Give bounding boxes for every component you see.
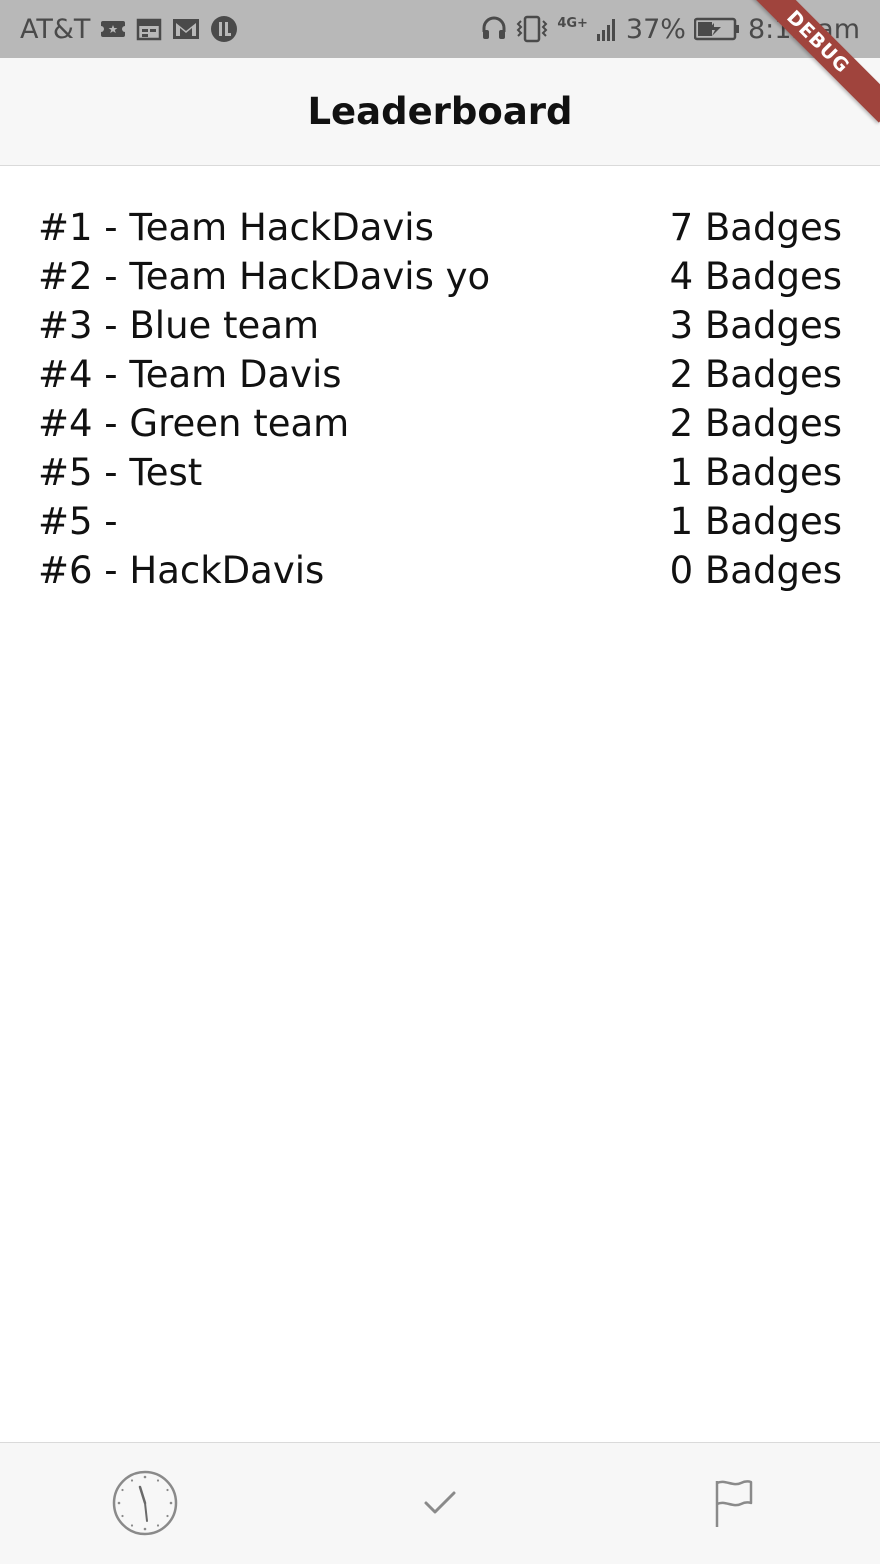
badge-count: 2 Badges [669,402,842,445]
badge-count: 2 Badges [669,353,842,396]
bottom-nav [0,1442,880,1564]
leaderboard-row: #2 - Team HackDavis yo 4 Badges [38,252,842,301]
flag-icon [711,1477,755,1529]
leaderboard-row: #1 - Team HackDavis 7 Badges [38,203,842,252]
headset-icon [481,16,507,42]
team-rank-name: #1 - Team HackDavis [38,206,434,249]
signal-icon [596,16,618,42]
status-left: AT&T [20,0,238,58]
team-rank-name: #5 - Test [38,451,203,494]
carrier-label: AT&T [20,13,91,45]
leaderboard-row: #3 - Blue team 3 Badges [38,301,842,350]
badge-count: 3 Badges [669,304,842,347]
gmail-icon [172,17,200,41]
badge-count: 7 Badges [669,206,842,249]
badge-count: 1 Badges [669,500,842,543]
badge-count: 4 Badges [669,255,842,298]
nav-schedule-button[interactable] [105,1463,185,1543]
leaderboard-row: #4 - Team Davis 2 Badges [38,350,842,399]
leaderboard-row: #5 - 1 Badges [38,497,842,546]
team-rank-name: #4 - Team Davis [38,353,342,396]
team-rank-name: #6 - HackDavis [38,549,325,592]
clock-icon [111,1469,179,1537]
ticket-icon [100,18,127,40]
team-rank-name: #4 - Green team [38,402,350,445]
team-rank-name: #3 - Blue team [38,304,320,347]
battery-icon [693,17,740,41]
badge-count: 0 Badges [669,549,842,592]
network-type-label: 4G+ [557,15,588,31]
leaderboard-row: #6 - HackDavis 0 Badges [38,546,842,595]
leaderboard-list: #1 - Team HackDavis 7 Badges #2 - Team H… [38,203,842,595]
nav-badges-button[interactable] [400,1463,480,1543]
page-title: Leaderboard [307,90,573,133]
team-rank-name: #5 - [38,500,130,543]
vibrate-icon [515,15,549,43]
app-bar: Leaderboard [0,58,880,166]
badge-count: 1 Badges [669,451,842,494]
app-screen: AT&T 4G+ 37% DEBUG Leaderboard #1 - Team… [0,0,880,1564]
calendar-icon [136,17,162,41]
team-rank-name: #2 - Team HackDavis yo [38,255,491,298]
battery-percent: 37% [625,13,686,45]
nav-leaderboard-button[interactable] [693,1463,773,1543]
app-badge-icon [210,15,238,43]
check-icon [422,1488,458,1518]
status-bar: AT&T 4G+ 37% [0,0,880,58]
leaderboard-row: #5 - Test 1 Badges [38,448,842,497]
leaderboard-row: #4 - Green team 2 Badges [38,399,842,448]
